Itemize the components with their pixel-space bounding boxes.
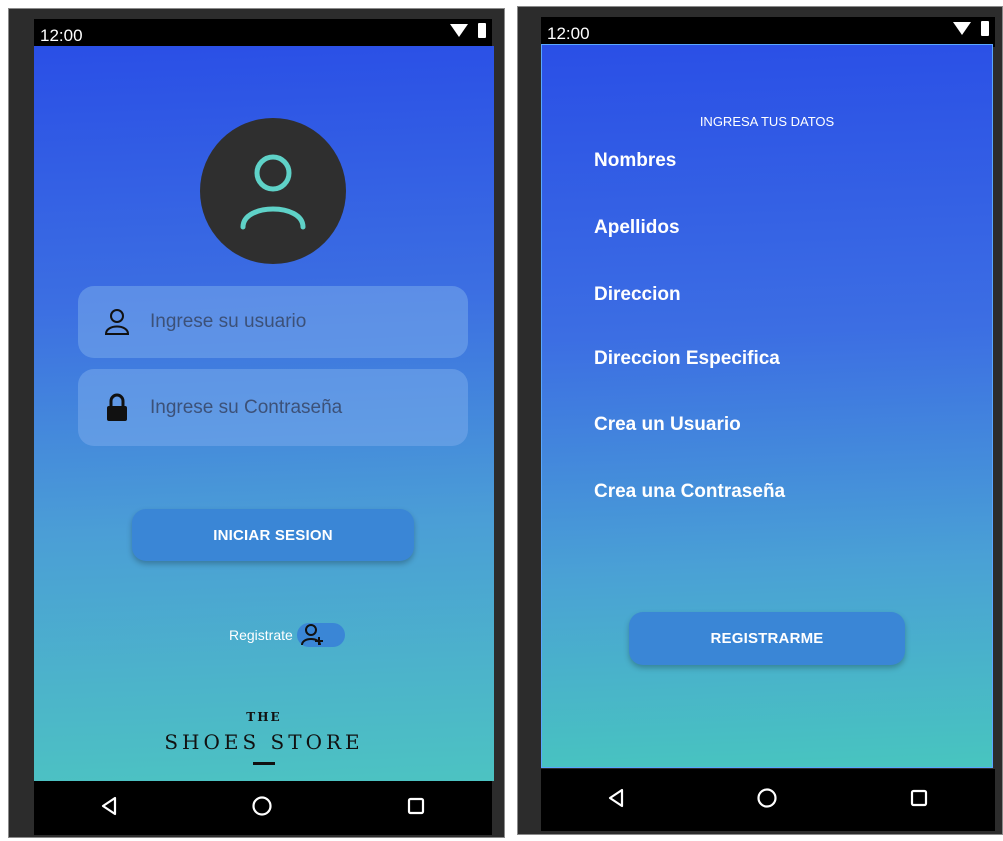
- navigation-bar: [34, 781, 492, 835]
- password-input[interactable]: [148, 395, 452, 420]
- password-field[interactable]: [78, 369, 468, 446]
- register-label: Registrate: [229, 627, 293, 643]
- logo-the: THE: [246, 710, 282, 724]
- register-device-frame: 12:00 INGRESA TUS DATOS Nombres Apellido…: [517, 6, 1003, 835]
- home-icon[interactable]: [756, 787, 778, 813]
- home-icon[interactable]: [251, 795, 273, 821]
- wifi-icon: [450, 24, 468, 37]
- register-title: INGRESA TUS DATOS: [699, 114, 835, 129]
- logo-name: SHOES STORE: [164, 730, 364, 754]
- logo-bar: [253, 762, 275, 765]
- status-time: 12:00: [40, 26, 83, 45]
- field-apellidos[interactable]: Apellidos: [594, 217, 680, 239]
- username-field[interactable]: [78, 286, 468, 358]
- back-icon[interactable]: [100, 796, 118, 820]
- add-user-icon: [300, 624, 323, 646]
- field-direccion[interactable]: Direccion: [594, 284, 681, 306]
- user-icon: [240, 154, 306, 230]
- lock-icon: [102, 393, 132, 423]
- status-time: 12:00: [547, 24, 590, 43]
- login-device-frame: 12:00 Ingrese su usuario INICIAR SESION …: [8, 8, 505, 838]
- navigation-bar: [541, 769, 995, 831]
- register-screen: INGRESA TUS DATOS Nombres Apellidos Dire…: [541, 44, 993, 768]
- battery-icon: [981, 21, 989, 36]
- user-outline-icon: [102, 307, 132, 337]
- login-screen: INICIAR SESION Registrate THE SHOES STOR…: [34, 46, 494, 781]
- battery-icon: [478, 23, 486, 38]
- avatar: [200, 118, 346, 264]
- field-usuario[interactable]: Crea un Usuario: [594, 414, 741, 436]
- recents-icon[interactable]: [406, 796, 426, 820]
- login-button[interactable]: INICIAR SESION: [132, 509, 414, 561]
- status-bar: 12:00: [34, 19, 492, 49]
- status-bar: 12:00: [541, 17, 995, 47]
- add-user-button[interactable]: [296, 623, 345, 647]
- field-contrasena[interactable]: Crea una Contraseña: [594, 481, 785, 503]
- register-link[interactable]: Registrate: [229, 623, 345, 647]
- field-nombres[interactable]: Nombres: [594, 150, 676, 172]
- field-direccion-especifica[interactable]: Direccion Especifica: [594, 348, 780, 370]
- store-logo: THE SHOES STORE: [34, 710, 494, 765]
- register-button[interactable]: REGISTRARME: [629, 612, 905, 665]
- username-input[interactable]: [148, 310, 452, 334]
- wifi-icon: [953, 22, 971, 35]
- back-icon[interactable]: [607, 788, 625, 812]
- recents-icon[interactable]: [909, 788, 929, 812]
